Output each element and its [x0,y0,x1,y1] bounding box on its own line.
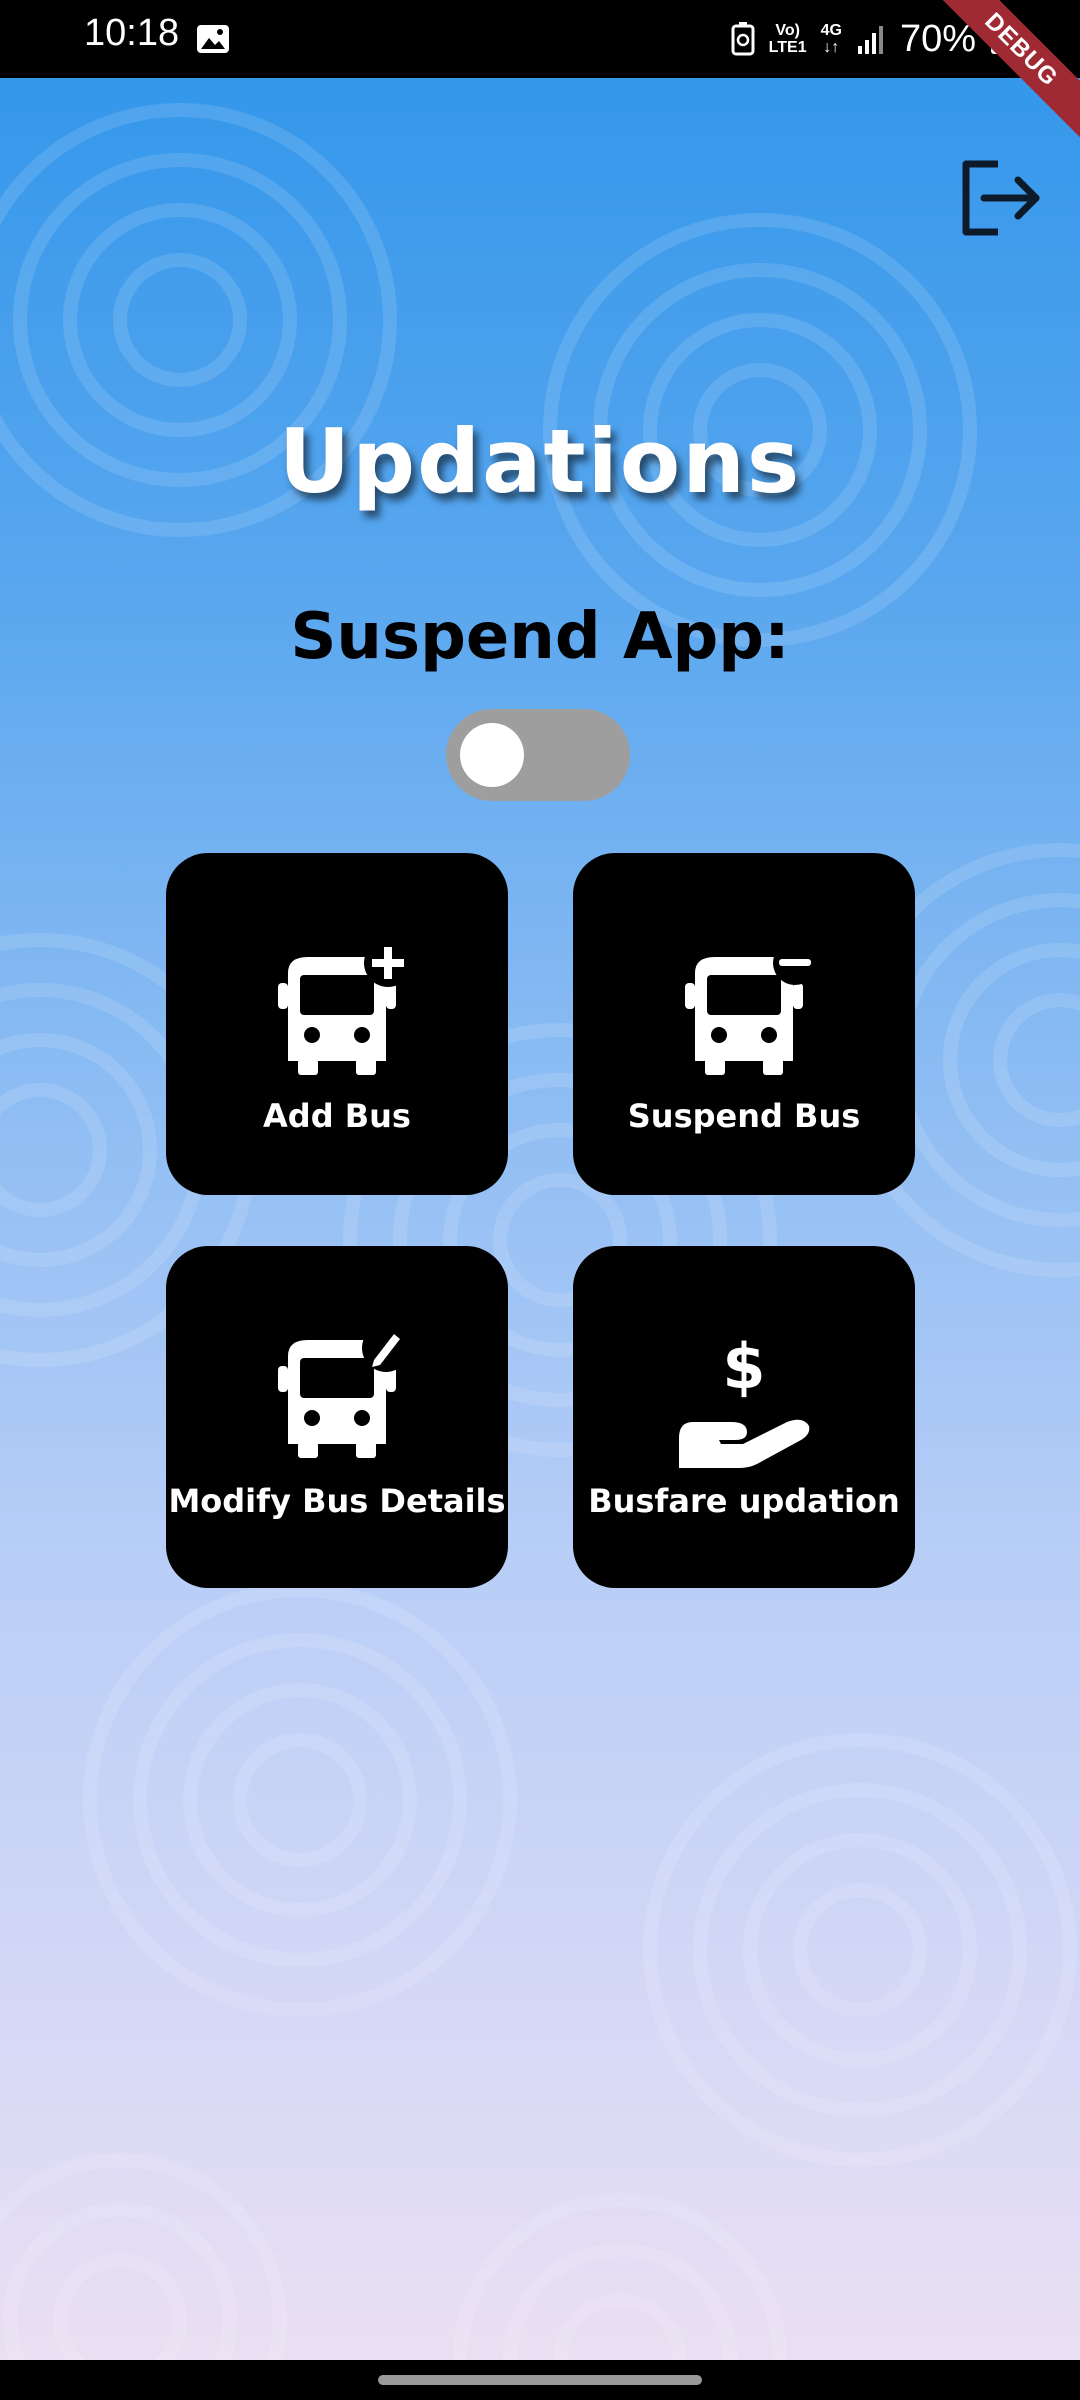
bus-edit-icon [166,1326,508,1476]
suspend-app-toggle[interactable] [446,709,630,801]
gallery-icon [197,25,229,53]
bus-remove-icon [573,943,915,1093]
add-bus-label: Add Bus [263,1097,411,1135]
modify-bus-details-button[interactable]: Modify Bus Details [166,1246,508,1588]
volte-indicator: Vo) LTE1 [768,22,807,56]
status-time: 10:18 [84,12,180,54]
home-indicator[interactable] [378,2375,702,2385]
background-pattern [0,103,1080,2400]
signal-icon [857,26,883,54]
status-bar: 10:18 Vo) LTE1 4G ↓↑ 70% DEBUG [0,0,1080,146]
suspend-bus-button[interactable]: Suspend Bus [573,853,915,1195]
busfare-updation-button[interactable]: $ Busfare updation [573,1246,915,1588]
busfare-updation-label: Busfare updation [588,1482,900,1520]
logout-icon[interactable] [958,158,1044,238]
suspend-bus-label: Suspend Bus [627,1097,861,1135]
modify-bus-details-label: Modify Bus Details [168,1482,506,1520]
battery-saver-icon [731,22,755,56]
app-screen: 10:18 Vo) LTE1 4G ↓↑ 70% DEBUG Updations… [0,0,1080,2400]
bus-add-icon [166,943,508,1093]
svg-text:$: $ [722,1330,765,1403]
toggle-knob [460,723,524,787]
data-indicator: 4G ↓↑ [820,22,842,56]
battery-percent: 70% [899,17,976,60]
navigation-bar [0,2360,1080,2400]
fare-hand-dollar-icon: $ [573,1326,915,1476]
page-title: Updations [278,410,802,513]
add-bus-button[interactable]: Add Bus [166,853,508,1195]
suspend-app-label: Suspend App: [290,600,790,674]
